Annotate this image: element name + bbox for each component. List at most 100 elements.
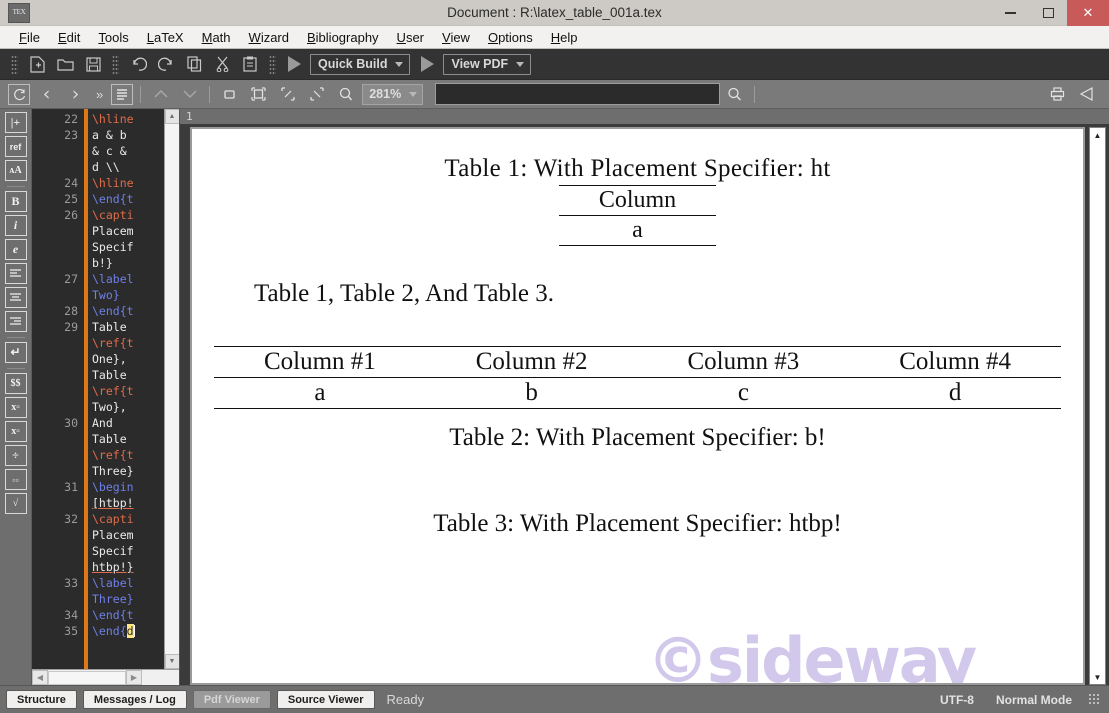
line-number-gutter: 22 23 24 25 26 27 28 29 30 31 32 33 34 35 <box>32 109 84 669</box>
open-folder-icon[interactable] <box>52 52 78 76</box>
table2-header-4: Column #4 <box>849 345 1061 377</box>
code-token: One}, <box>92 352 127 366</box>
pdf-scroll-area[interactable]: ©sideway Table 1: With Placement Specifi… <box>180 124 1109 685</box>
editor-horizontal-scrollbar[interactable]: ◀ ▶ <box>32 669 179 685</box>
cut-icon[interactable] <box>209 52 235 76</box>
scroll-track[interactable] <box>164 124 179 654</box>
quick-build-select[interactable]: Quick Build <box>310 53 411 75</box>
pdf-scroll-up-button[interactable]: ▲ <box>1090 128 1105 142</box>
refresh-icon[interactable] <box>8 83 30 105</box>
scroll-up-button[interactable]: ▲ <box>164 109 179 124</box>
menu-view[interactable]: View <box>433 28 479 47</box>
chevron-up-icon[interactable] <box>148 83 173 106</box>
italic-icon[interactable]: i <box>4 215 27 236</box>
menu-wizard[interactable]: Wizard <box>240 28 298 47</box>
toolbar-grip-3[interactable] <box>269 54 276 74</box>
structure-button[interactable]: Structure <box>6 690 77 709</box>
chevron-down-icon-3[interactable] <box>177 83 202 106</box>
messages-log-button[interactable]: Messages / Log <box>82 690 187 709</box>
pdf-page[interactable]: ©sideway Table 1: With Placement Specifi… <box>190 127 1085 685</box>
undo-icon[interactable] <box>125 52 151 76</box>
table2-cell-3: c <box>637 376 850 408</box>
insert-label-icon[interactable]: |+ <box>4 112 27 133</box>
sqrt-icon[interactable]: √ <box>4 493 27 514</box>
line-number: 35 <box>64 624 78 638</box>
menu-math[interactable]: Math <box>193 28 240 47</box>
page-layout-icon[interactable] <box>111 83 134 105</box>
code-token: d \\ <box>92 160 120 174</box>
math-display-icon[interactable]: $$ <box>4 373 27 394</box>
binomial-icon[interactable]: ▫▫ <box>4 469 27 490</box>
menu-help[interactable]: Help <box>542 28 587 47</box>
editor-body[interactable]: 22 23 24 25 26 27 28 29 30 31 32 33 34 35 \hline a & b… <box>32 109 179 669</box>
fit-page-icon[interactable] <box>246 83 271 106</box>
search-input[interactable] <box>435 83 721 105</box>
newline-icon[interactable]: ↵ <box>4 342 27 363</box>
search-icon[interactable] <box>722 83 747 106</box>
magnifier-icon[interactable] <box>333 83 358 106</box>
toolbar-grip[interactable] <box>11 54 18 74</box>
superscript-icon[interactable]: x▫ <box>4 421 27 442</box>
minimize-button[interactable] <box>991 0 1029 26</box>
scroll-left-button[interactable]: ◀ <box>32 670 48 685</box>
bold-icon[interactable]: B <box>4 191 27 212</box>
menu-tools[interactable]: Tools <box>89 28 137 47</box>
menu-latex[interactable]: LaTeX <box>138 28 193 47</box>
table-row <box>558 245 717 248</box>
code-token: \capti <box>92 208 134 222</box>
align-left-icon[interactable] <box>4 263 27 284</box>
emphasis-icon[interactable]: e <box>4 239 27 260</box>
external-viewer-icon[interactable] <box>1074 83 1099 106</box>
more-tools-button[interactable]: » <box>96 87 103 102</box>
menu-bibliography[interactable]: Bibliography <box>298 28 388 47</box>
maximize-button[interactable] <box>1029 0 1067 26</box>
pdf-scroll-track[interactable] <box>1090 142 1105 670</box>
code-line: \hline <box>92 111 164 127</box>
resize-grip[interactable] <box>1088 693 1101 706</box>
toolbar-grip-2[interactable] <box>112 54 119 74</box>
chevron-right-icon[interactable]: › <box>63 83 88 106</box>
redo-icon[interactable] <box>153 52 179 76</box>
new-document-icon[interactable] <box>24 52 50 76</box>
scroll-thumb[interactable] <box>48 670 126 685</box>
align-center-icon[interactable] <box>4 287 27 308</box>
play-icon-2[interactable] <box>421 56 435 72</box>
menu-user[interactable]: User <box>388 28 433 47</box>
menu-options[interactable]: Options <box>479 28 542 47</box>
code-text[interactable]: \hline a & b & c & d \\ \hline \end{t \capti Pl… <box>88 109 164 669</box>
menu-file[interactable]: File <box>10 28 49 47</box>
scroll-down-button[interactable]: ▼ <box>164 654 179 669</box>
code-token: Table <box>92 368 127 382</box>
menu-edit[interactable]: Edit <box>49 28 89 47</box>
pdf-scroll-down-button[interactable]: ▼ <box>1090 670 1105 684</box>
zoom-out-icon[interactable] <box>304 83 329 106</box>
save-icon[interactable] <box>80 52 106 76</box>
fit-width-icon[interactable] <box>217 83 242 106</box>
fraction-icon[interactable]: ÷ <box>4 445 27 466</box>
paste-icon[interactable] <box>237 52 263 76</box>
table1-cell: a <box>558 215 717 246</box>
editor-vertical-scrollbar[interactable]: ▲ ▼ <box>164 109 179 669</box>
code-line: \end{t <box>92 303 164 319</box>
zoom-level-select[interactable]: 281% <box>362 83 424 105</box>
code-token: \end{ <box>92 624 127 638</box>
pdf-vertical-scrollbar[interactable]: ▲ ▼ <box>1089 127 1106 685</box>
scroll-right-button[interactable]: ▶ <box>126 670 142 685</box>
play-icon[interactable] <box>288 56 301 72</box>
code-line: \ref{t <box>92 447 164 463</box>
reference-icon[interactable]: ref <box>4 136 27 157</box>
align-right-icon[interactable] <box>4 311 27 332</box>
view-pdf-select[interactable]: View PDF <box>443 53 532 75</box>
print-icon[interactable] <box>1045 83 1070 106</box>
code-token: Three} <box>92 592 134 606</box>
pdf-viewer-button[interactable]: Pdf Viewer <box>192 690 271 709</box>
zoom-in-icon[interactable] <box>275 83 300 106</box>
source-viewer-button[interactable]: Source Viewer <box>276 690 375 709</box>
subscript-icon[interactable]: x▫ <box>4 397 27 418</box>
code-line: \hline <box>92 175 164 191</box>
copy-icon[interactable] <box>181 52 207 76</box>
close-button[interactable]: ✕ <box>1067 0 1109 26</box>
line-number <box>32 543 78 559</box>
font-size-icon[interactable]: ᴀA <box>4 160 27 181</box>
chevron-left-icon[interactable]: ‹ <box>34 83 59 106</box>
